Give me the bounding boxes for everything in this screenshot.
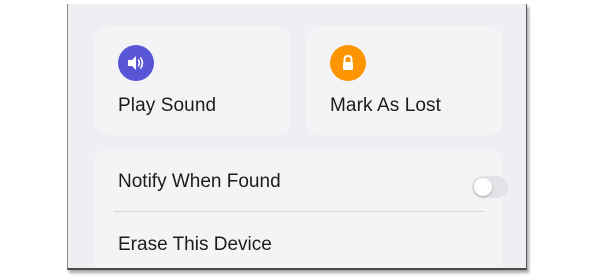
mark-as-lost-button[interactable]: Mark As Lost <box>306 26 503 135</box>
play-sound-button[interactable]: Play Sound <box>94 26 291 135</box>
notify-when-found-row: Notify When Found <box>118 153 508 211</box>
find-my-device-panel: Play Sound Mark As Lost Notify When Foun… <box>67 4 527 270</box>
notify-when-found-label: Notify When Found <box>118 171 281 192</box>
list-divider <box>114 211 484 212</box>
erase-this-device-label: Erase This Device <box>118 234 272 255</box>
mark-as-lost-icon-circle <box>330 45 366 81</box>
erase-this-device-row[interactable]: Erase This Device <box>118 216 503 268</box>
lock-icon <box>343 54 353 70</box>
play-sound-label: Play Sound <box>118 95 217 116</box>
speaker-icon <box>128 56 144 70</box>
play-sound-icon-circle <box>118 45 154 81</box>
toggle-knob <box>474 178 492 196</box>
device-settings-list: Notify When Found Erase This Device <box>94 149 508 268</box>
mark-as-lost-label: Mark As Lost <box>330 95 442 116</box>
notify-when-found-toggle[interactable] <box>472 176 508 198</box>
